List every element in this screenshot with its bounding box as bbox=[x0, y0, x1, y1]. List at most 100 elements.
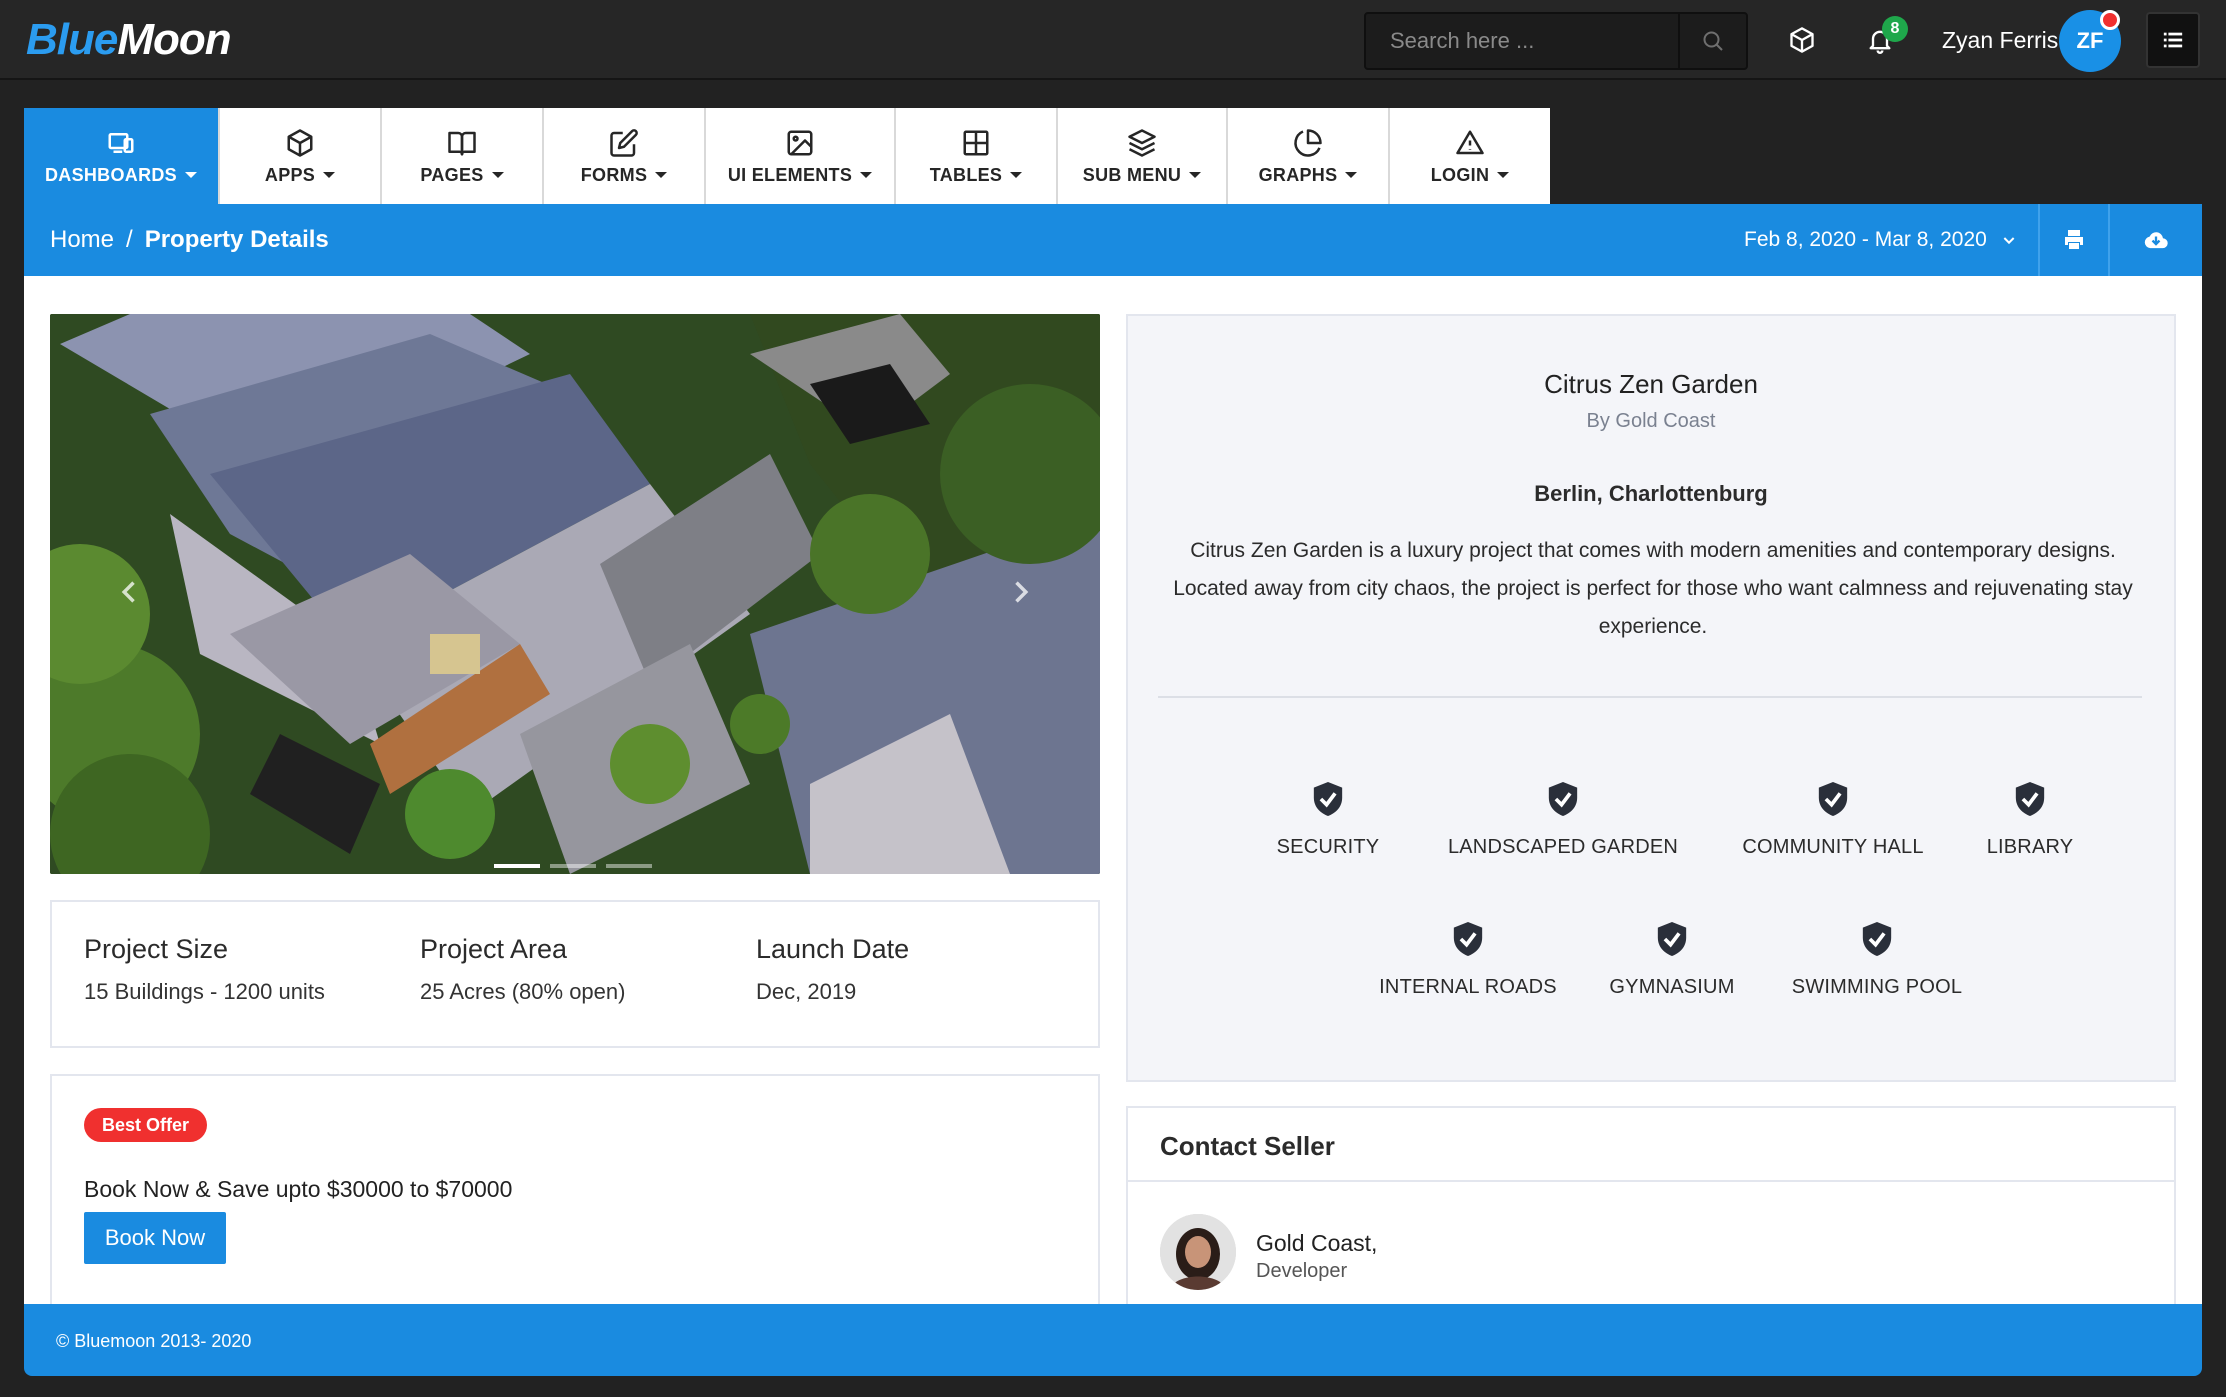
nav-tab-label: GRAPHS bbox=[1258, 164, 1338, 185]
contact-seller-card: Contact Seller Gold Coast, Developer bbox=[1126, 1106, 2176, 1304]
user-name[interactable]: Zyan Ferris bbox=[1942, 26, 2058, 54]
nav-tab-ui-elements[interactable]: UI ELEMENTS bbox=[706, 108, 896, 204]
property-description: Citrus Zen Garden is a luxury project th… bbox=[1173, 539, 2133, 638]
nav-tab-label: DASHBOARDS bbox=[44, 164, 177, 185]
amenity-label: INTERNAL ROADS bbox=[1379, 976, 1557, 998]
amenity-community-hall: COMMUNITY HALL bbox=[1713, 780, 1953, 859]
contact-title: Contact Seller bbox=[1160, 1131, 1335, 1161]
nav-tab-graphs[interactable]: GRAPHS bbox=[1228, 108, 1390, 204]
bluemoon-logo[interactable]: BlueMoon bbox=[26, 15, 232, 64]
nav-tab-label: APPS bbox=[264, 164, 316, 185]
pie-chart-icon bbox=[1292, 127, 1324, 159]
search-icon bbox=[1703, 31, 1723, 51]
chevron-down-icon bbox=[2003, 237, 2015, 245]
grid-icon bbox=[960, 127, 992, 159]
caret-down-icon bbox=[185, 172, 197, 178]
amenity-swimming-pool: SWIMMING POOL bbox=[1762, 920, 1992, 999]
logo-text-blue: Blue bbox=[26, 15, 118, 64]
footer-copyright: © Bluemoon 2013- 2020 bbox=[56, 1331, 252, 1351]
date-range-picker[interactable]: Feb 8, 2020 - Mar 8, 2020 bbox=[1744, 228, 2017, 252]
amenity-library: LIBRARY bbox=[1960, 780, 2100, 859]
stat-label: Project Area bbox=[420, 934, 568, 964]
project-stats-card: Project Size 15 Buildings - 1200 units P… bbox=[50, 900, 1100, 1048]
nav-tab-sub-menu[interactable]: SUB MENU bbox=[1058, 108, 1228, 204]
property-aerial-photo bbox=[50, 314, 1100, 874]
property-image-carousel[interactable] bbox=[50, 314, 1100, 874]
stat-label: Launch Date bbox=[756, 934, 910, 964]
contact-card-header: Contact Seller bbox=[1128, 1108, 2174, 1182]
shield-check-icon bbox=[1818, 782, 1848, 816]
carousel-indicator[interactable] bbox=[606, 864, 652, 868]
divider bbox=[1158, 696, 2142, 698]
property-detail-card: Citrus Zen Garden By Gold Coast Berlin, … bbox=[1126, 314, 2176, 1082]
best-offer-badge: Best Offer bbox=[84, 1108, 208, 1142]
amenity-label: LIBRARY bbox=[1986, 836, 2074, 858]
stat-value: Dec, 2019 bbox=[756, 979, 857, 1004]
sidebar-menu-button[interactable] bbox=[2146, 12, 2200, 68]
carousel-prev-button[interactable] bbox=[110, 572, 150, 612]
nav-tab-label: LOGIN bbox=[1430, 164, 1490, 185]
caret-down-icon bbox=[655, 172, 668, 178]
download-button[interactable] bbox=[2108, 204, 2202, 276]
breadcrumb-bar: Home / Property Details Feb 8, 2020 - Ma… bbox=[24, 204, 2202, 276]
logo-text-moon: Moon bbox=[117, 15, 231, 64]
online-status-dot bbox=[2100, 10, 2120, 30]
box-icon bbox=[1790, 27, 1814, 53]
alert-triangle-icon bbox=[1454, 127, 1486, 159]
carousel-next-button[interactable] bbox=[1000, 572, 1040, 612]
search-box bbox=[1364, 12, 1748, 70]
amenity-security: SECURITY bbox=[1248, 780, 1408, 859]
caret-down-icon bbox=[491, 172, 504, 178]
stat-project-size: Project Size 15 Buildings - 1200 units bbox=[84, 932, 325, 1006]
nav-tab-label: UI ELEMENTS bbox=[727, 164, 853, 185]
carousel-indicator[interactable] bbox=[494, 864, 540, 868]
nav-tab-pages[interactable]: PAGES bbox=[382, 108, 544, 204]
caret-down-icon bbox=[323, 172, 336, 178]
search-input[interactable] bbox=[1366, 14, 1678, 68]
chevron-left-icon bbox=[121, 581, 135, 603]
nav-tab-apps[interactable]: APPS bbox=[220, 108, 382, 204]
breadcrumb-home-link[interactable]: Home bbox=[50, 226, 114, 254]
caret-down-icon bbox=[860, 172, 873, 178]
caret-down-icon bbox=[1345, 172, 1358, 178]
nav-tab-forms[interactable]: FORMS bbox=[544, 108, 706, 204]
carousel-indicator[interactable] bbox=[550, 864, 596, 868]
nav-tab-login[interactable]: LOGIN bbox=[1390, 108, 1550, 204]
cloud-download-icon bbox=[2144, 232, 2168, 249]
property-location: Berlin, Charlottenburg bbox=[1534, 481, 1768, 506]
amenity-internal-roads: INTERNAL ROADS bbox=[1348, 920, 1588, 999]
chevron-right-icon bbox=[1015, 581, 1029, 603]
breadcrumb-separator: / bbox=[126, 226, 133, 253]
nav-tab-dashboards[interactable]: DASHBOARDS bbox=[24, 108, 220, 204]
offer-card: Best Offer Book Now & Save upto $30000 t… bbox=[50, 1074, 1100, 1304]
shield-check-icon bbox=[1548, 782, 1578, 816]
amenity-label: GYMNASIUM bbox=[1609, 976, 1735, 998]
print-icon bbox=[2065, 230, 2083, 249]
caret-down-icon bbox=[1497, 172, 1510, 178]
book-icon bbox=[446, 127, 478, 159]
main-content: Project Size 15 Buildings - 1200 units P… bbox=[24, 276, 2202, 1304]
carousel-indicators bbox=[494, 864, 652, 868]
breadcrumb-current: Property Details bbox=[144, 226, 329, 253]
offer-text: Book Now & Save upto $30000 to $70000 bbox=[84, 1176, 513, 1202]
shield-check-icon bbox=[1453, 922, 1483, 956]
apps-box-button[interactable] bbox=[1784, 22, 1820, 58]
image-icon bbox=[784, 127, 816, 159]
layers-icon bbox=[1126, 127, 1158, 159]
nav-tab-tables[interactable]: TABLES bbox=[896, 108, 1058, 204]
nav-tab-label: PAGES bbox=[420, 164, 484, 185]
caret-down-icon bbox=[1010, 172, 1023, 178]
date-range-text: Feb 8, 2020 - Mar 8, 2020 bbox=[1744, 228, 1987, 251]
search-button[interactable] bbox=[1678, 14, 1746, 68]
edit-icon bbox=[608, 127, 640, 159]
stat-label: Project Size bbox=[84, 934, 229, 964]
seller-role: Developer bbox=[1256, 1260, 1348, 1282]
box-icon bbox=[284, 127, 316, 159]
devices-icon bbox=[105, 127, 137, 159]
seller-name: Gold Coast, bbox=[1256, 1230, 1378, 1256]
property-name: Citrus Zen Garden bbox=[1544, 369, 1758, 399]
book-now-button[interactable]: Book Now bbox=[84, 1212, 226, 1264]
print-button[interactable] bbox=[2038, 204, 2108, 276]
caret-down-icon bbox=[1189, 172, 1202, 178]
amenity-landscaped-garden: LANDSCAPED GARDEN bbox=[1418, 780, 1708, 859]
